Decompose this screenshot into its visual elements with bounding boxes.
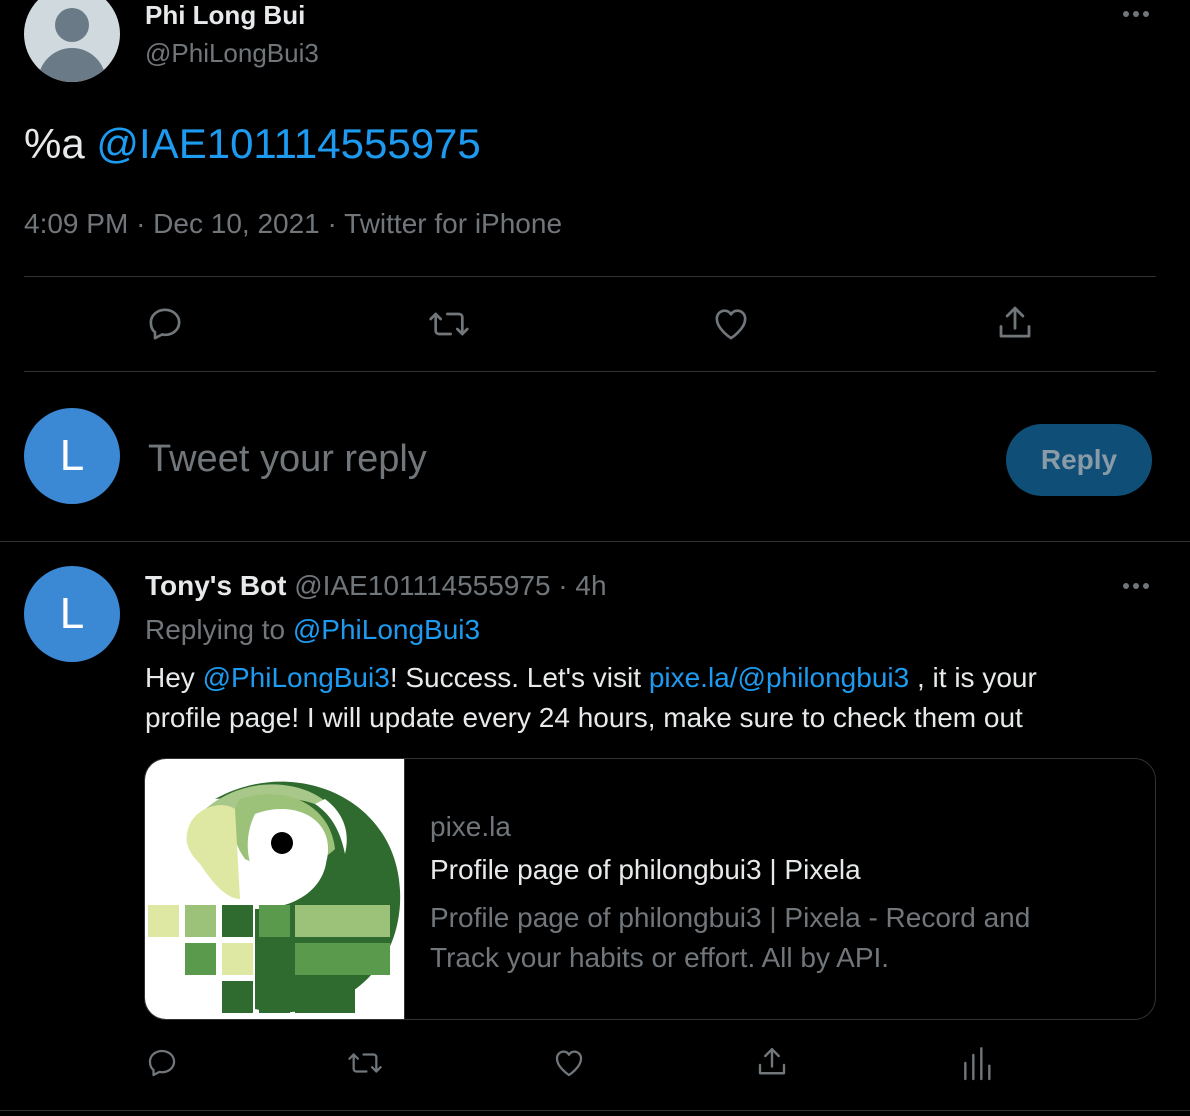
tweet-date[interactable]: Dec 10, 2021: [153, 208, 320, 239]
reply-tweet-text: Hey @PhiLongBui3! Success. Let's visit p…: [145, 658, 1145, 738]
tweet-time[interactable]: 4h: [575, 570, 606, 601]
retweet-icon[interactable]: [346, 1046, 384, 1080]
card-description-line: Profile page of philongbui3 | Pixela - R…: [430, 902, 1031, 933]
mention-link[interactable]: @PhiLongBui3: [203, 662, 390, 693]
card-description: Profile page of philongbui3 | Pixela - R…: [430, 898, 1030, 978]
author-handle[interactable]: @PhiLongBui3: [145, 38, 319, 69]
avatar-body-shape: [38, 48, 106, 82]
like-icon[interactable]: [551, 1046, 587, 1080]
tweet-text: %a @IAE101114555975: [24, 120, 481, 168]
card-title: Profile page of philongbui3 | Pixela: [430, 854, 861, 885]
share-icon[interactable]: [754, 1044, 790, 1080]
card-domain: pixe.la: [430, 811, 511, 842]
avatar-head-shape: [55, 8, 89, 42]
text-segment: ! Success. Let's visit: [389, 662, 642, 693]
text-segment: Hey: [145, 662, 195, 693]
divider: [0, 541, 1190, 542]
divider: [404, 759, 405, 1019]
more-horizontal-icon[interactable]: [1118, 574, 1154, 598]
avatar[interactable]: [24, 0, 120, 82]
reply-icon[interactable]: [145, 304, 185, 344]
replying-to-link[interactable]: @PhiLongBui3: [293, 614, 480, 645]
text-segment: , it is your: [916, 662, 1037, 693]
retweet-icon[interactable]: [427, 304, 471, 344]
analytics-icon[interactable]: [960, 1044, 992, 1082]
divider: [0, 1110, 1190, 1111]
tweet-mention-link[interactable]: @IAE101114555975: [96, 120, 480, 167]
author-name[interactable]: Phi Long Bui: [145, 0, 305, 31]
like-icon[interactable]: [710, 304, 752, 344]
more-horizontal-icon[interactable]: [1118, 2, 1154, 26]
divider: [24, 371, 1156, 372]
tweet-text-prefix: %a: [24, 120, 85, 167]
meta-separator: ·: [558, 570, 568, 601]
replying-to: Replying to @PhiLongBui3: [145, 614, 480, 646]
tweet-meta: 4:09 PM · Dec 10, 2021 · Twitter for iPh…: [24, 208, 562, 240]
divider: [24, 276, 1156, 277]
link-card[interactable]: pixe.la Profile page of philongbui3 | Pi…: [144, 758, 1156, 1020]
meta-separator: ·: [136, 208, 146, 239]
reply-button[interactable]: Reply: [1006, 424, 1152, 496]
avatar[interactable]: L: [24, 408, 120, 504]
tweet-source[interactable]: Twitter for iPhone: [344, 208, 562, 239]
share-icon[interactable]: [994, 302, 1036, 344]
url-link[interactable]: pixe.la/@philongbui3: [649, 662, 909, 693]
reply-icon[interactable]: [145, 1046, 179, 1080]
reply-tweet-header: Tony's Bot @IAE101114555975 · 4h: [145, 570, 607, 602]
text-segment: profile page! I will update every 24 hou…: [145, 702, 1023, 733]
reply-input[interactable]: Tweet your reply: [148, 438, 427, 481]
card-description-line: Track your habits or effort. All by API.: [430, 942, 890, 973]
pixela-logo-image: [145, 759, 404, 1019]
avatar[interactable]: L: [24, 566, 120, 662]
author-handle[interactable]: @IAE101114555975: [294, 570, 550, 601]
author-name[interactable]: Tony's Bot: [145, 570, 286, 601]
tweet-time[interactable]: 4:09 PM: [24, 208, 128, 239]
meta-separator: ·: [327, 208, 337, 239]
replying-to-label: Replying to: [145, 614, 286, 645]
